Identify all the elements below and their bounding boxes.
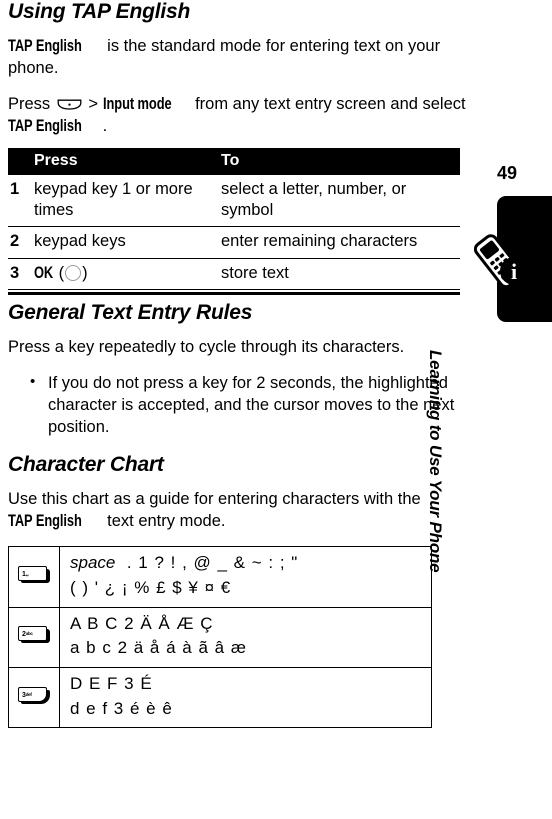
- character-line-lower: d e f 3 é è ê: [70, 698, 173, 718]
- paren-close: ): [82, 263, 88, 282]
- character-chart-key-cell: 2abc: [8, 606, 60, 669]
- section-title-using-tap-english: Using TAP English: [8, 0, 191, 23]
- term-tap-english-bold-2: TAP English: [8, 116, 82, 135]
- table-header-step: [8, 147, 28, 176]
- character-line-lower: ( ) ' ¿ ¡ % £ $ ¥ ¤ €: [70, 578, 232, 598]
- table-row: 3 OK() store text: [8, 258, 460, 289]
- row-to-cell: store text: [221, 263, 289, 282]
- table-row: 1 keypad key 1 or more times select a le…: [8, 175, 460, 228]
- intro-paragraph: TAP English is the standard mode for ent…: [8, 36, 470, 80]
- character-chart-table: 1␣ space . 1 ? ! , @ _ & ~ : ; " ( ) ' ¿…: [8, 546, 432, 729]
- section-title-general-text-entry-rules: General Text Entry Rules: [8, 300, 253, 324]
- row-step-number: 3: [10, 263, 20, 282]
- row-to-cell: select a letter, number, or symbol: [215, 175, 460, 228]
- list-item: If you do not press a key for 2 seconds,…: [30, 372, 470, 439]
- page-number: 49: [497, 163, 518, 183]
- row-to-cell: enter remaining characters: [215, 226, 460, 259]
- term-tap-english-bold-3: TAP English: [8, 511, 82, 530]
- space-token: space: [70, 553, 116, 573]
- main-content-column: Using TAP English TAP English is the sta…: [8, 0, 470, 729]
- character-chart-key-cell: 3def: [8, 667, 60, 729]
- keypad-key-2-icon: 2abc: [18, 626, 50, 644]
- character-line-upper: space . 1 ? ! , @ _ & ~ : ; ": [70, 551, 431, 576]
- press-instruction-separator: >: [83, 94, 103, 113]
- table-header-press: Press: [28, 147, 215, 176]
- general-rules-paragraph: Press a key repeatedly to cycle through …: [8, 337, 405, 356]
- character-chart-row: 2abc A B C 2 Ä Å Æ Ç a b c 2 ä å á à ã â…: [8, 606, 432, 669]
- press-instruction-paragraph: Press > Input mode from any text entry s…: [8, 94, 470, 138]
- character-chart-key-cell: 1␣: [8, 546, 60, 608]
- keypad-key-3-icon: 3def: [18, 686, 50, 704]
- term-tap-english-bold: TAP English: [8, 37, 82, 56]
- table-header-row: Press To: [8, 147, 460, 176]
- general-rules-bullet-list: If you do not press a key for 2 seconds,…: [8, 372, 470, 439]
- row-press-cell: keypad key 1 or more times: [28, 175, 215, 228]
- table-bottom-rule: [8, 288, 460, 295]
- ok-softkey-label: OK: [34, 263, 54, 282]
- svg-text:i: i: [511, 259, 517, 284]
- table-row: 2 keypad keys enter remaining characters: [8, 226, 460, 259]
- manual-page: Using TAP English TAP English is the sta…: [0, 0, 552, 819]
- key-1-sublabel: ␣: [25, 571, 29, 577]
- menu-key-icon: [57, 95, 82, 110]
- character-chart-chars-cell: D E F 3 É d e f 3 é è ê: [59, 667, 432, 729]
- press-instruction-middle: from any text entry screen and select: [190, 94, 466, 113]
- character-chart-intro: Use this chart as a guide for entering c…: [8, 489, 470, 533]
- character-line-upper-rest: . 1 ? ! , @ _ & ~ : ; ": [126, 553, 299, 573]
- key-2-sublabel: abc: [25, 631, 33, 637]
- character-line-upper: A B C 2 Ä Å Æ Ç: [70, 613, 214, 633]
- term-input-mode-bold: Input mode: [102, 94, 172, 113]
- character-chart-row: 1␣ space . 1 ? ! , @ _ & ~ : ; " ( ) ' ¿…: [8, 546, 432, 608]
- phone-info-icon: i: [473, 230, 534, 292]
- press-instruction-end: .: [102, 116, 108, 135]
- character-chart-row: 3def D E F 3 É d e f 3 é è ê: [8, 667, 432, 729]
- character-chart-chars-cell: A B C 2 Ä Å Æ Ç a b c 2 ä å á à ã â æ: [59, 606, 432, 669]
- procedure-table: Press To 1 keypad key 1 or more times se…: [8, 147, 460, 289]
- row-press-cell: OK(): [28, 258, 215, 289]
- character-chart-chars-cell: space . 1 ? ! , @ _ & ~ : ; " ( ) ' ¿ ¡ …: [59, 546, 432, 608]
- center-select-circle-icon: [65, 264, 82, 281]
- paren-open: (: [58, 263, 65, 282]
- character-chart-intro-pre: Use this chart as a guide for entering c…: [8, 489, 421, 508]
- character-line-upper: D E F 3 É: [70, 674, 153, 694]
- section-title-character-chart: Character Chart: [8, 452, 164, 476]
- keypad-key-1-icon: 1␣: [18, 566, 50, 584]
- press-instruction-prefix: Press: [8, 94, 55, 113]
- table-header-to: To: [215, 147, 460, 176]
- chapter-label: Learning to Use Your Phone: [426, 350, 445, 573]
- row-press-cell: keypad keys: [28, 226, 215, 259]
- character-line-lower: a b c 2 ä å á à ã â æ: [70, 638, 247, 658]
- character-chart-intro-post: text entry mode.: [102, 511, 226, 530]
- row-step-number: 1: [8, 175, 28, 228]
- row-step-number: 2: [8, 226, 28, 259]
- key-3-sublabel: def: [25, 691, 32, 697]
